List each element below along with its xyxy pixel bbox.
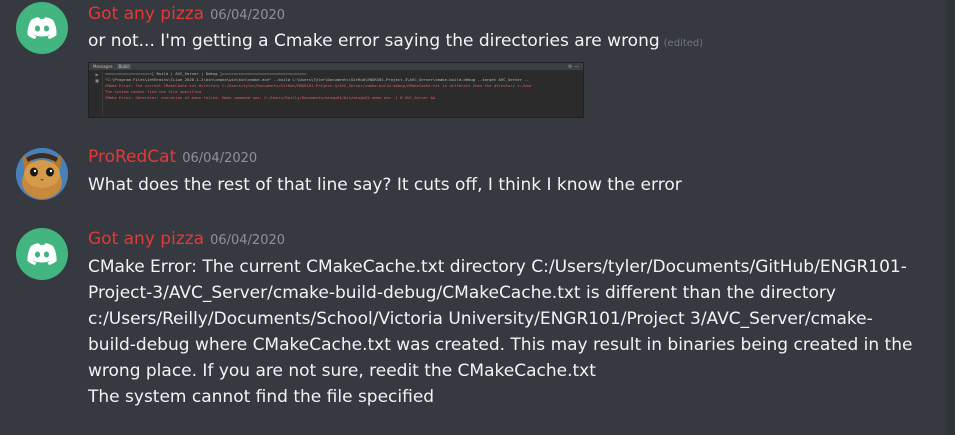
cat-avatar-icon[interactable] bbox=[16, 148, 68, 200]
scrollbar[interactable] bbox=[947, 0, 955, 435]
gear-icon: ⚙ — bbox=[567, 63, 579, 70]
timestamp[interactable]: 06/04/2020 bbox=[182, 151, 257, 166]
edited-label: (edited) bbox=[663, 38, 704, 49]
stop-icon: ■ bbox=[95, 78, 99, 83]
message-text: CMake Error: The current CMakeCache.txt … bbox=[88, 254, 912, 410]
message-line: build-debug where CMakeCache.txt was cre… bbox=[88, 335, 913, 355]
message-text: What does the rest of that line say? It … bbox=[88, 175, 682, 195]
username[interactable]: ProRedCat bbox=[88, 147, 176, 167]
ide-tab-bar: Messages Build ⚙ — bbox=[89, 63, 583, 70]
message-body: or not... I'm getting a Cmake error sayi… bbox=[88, 31, 660, 51]
screenshot-attachment[interactable]: Messages Build ⚙ — ▶ ■ =================… bbox=[88, 62, 584, 118]
timestamp[interactable]: 06/04/2020 bbox=[210, 8, 285, 23]
message-line: CMake Error: The current CMakeCache.txt … bbox=[88, 257, 907, 277]
message-line: Project-3/AVC_Server/cmake-build-debug/C… bbox=[88, 283, 836, 303]
message-line: The system cannot find the file specifie… bbox=[88, 387, 435, 407]
discord-logo-icon[interactable] bbox=[16, 228, 68, 280]
ide-tab-messages: Messages bbox=[93, 64, 113, 69]
ide-tab-build: Build bbox=[116, 64, 131, 69]
message-line: c:/Users/Reilly/Documents/School/Victori… bbox=[88, 309, 873, 329]
username[interactable]: Got any pizza bbox=[88, 4, 204, 24]
discord-logo-icon[interactable] bbox=[16, 2, 68, 54]
ide-gutter: ▶ ■ bbox=[92, 72, 103, 116]
console-error-line: CMake Error: Generator: execution of mak… bbox=[105, 95, 436, 101]
username[interactable]: Got any pizza bbox=[88, 229, 204, 249]
message-text: or not... I'm getting a Cmake error sayi… bbox=[88, 28, 703, 57]
message-line: wrong place. If you are not sure, reedit… bbox=[88, 361, 596, 381]
timestamp[interactable]: 06/04/2020 bbox=[210, 233, 285, 248]
